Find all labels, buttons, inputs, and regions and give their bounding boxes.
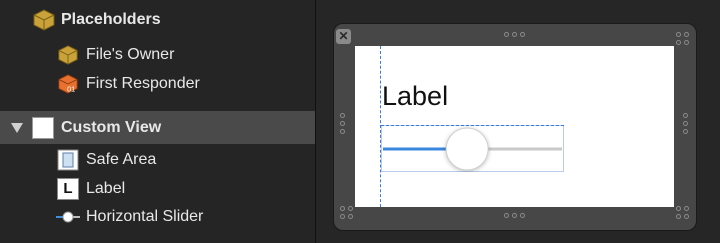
- outline-item-files-owner[interactable]: File's Owner: [0, 41, 315, 69]
- outline-item-placeholders[interactable]: Placeholders: [0, 6, 315, 34]
- disclosure-triangle-icon[interactable]: [10, 122, 24, 134]
- label-element[interactable]: Label: [382, 80, 448, 112]
- resize-handle-top[interactable]: [504, 32, 525, 37]
- outline-item-label: Safe Area: [86, 151, 157, 168]
- slider-thumb[interactable]: [445, 127, 489, 171]
- document-outline: Placeholders File's Owner 01 First Respo…: [0, 0, 315, 243]
- label-icon: L: [57, 178, 79, 200]
- outline-item-label: Horizontal Slider: [86, 208, 204, 225]
- safe-area-icon: [57, 149, 79, 171]
- first-responder-icon: 01: [58, 74, 78, 94]
- outline-item-first-responder[interactable]: 01 First Responder: [0, 70, 315, 98]
- resize-handle-bottom[interactable]: [504, 213, 525, 218]
- outline-item-horizontal-slider[interactable]: Horizontal Slider: [0, 203, 315, 231]
- resize-handle-bottom-left[interactable]: [340, 206, 353, 211]
- resize-handle-bottom-right[interactable]: [676, 206, 689, 211]
- outline-item-label: First Responder: [86, 75, 200, 92]
- resize-handle-bottom-right-2[interactable]: [676, 214, 689, 219]
- resize-handle-top-right[interactable]: [676, 32, 689, 37]
- close-icon[interactable]: ✕: [336, 29, 351, 44]
- outline-item-label: Placeholders: [61, 11, 161, 28]
- first-responder-badge: 01: [67, 84, 75, 93]
- outline-item-safe-area[interactable]: Safe Area: [0, 146, 315, 174]
- resize-handle-right[interactable]: [683, 113, 688, 134]
- outline-item-custom-view[interactable]: Custom View: [0, 111, 315, 144]
- horizontal-slider[interactable]: [381, 125, 564, 172]
- resize-handle-bottom-left-2[interactable]: [340, 214, 353, 219]
- outline-item-label: File's Owner: [86, 46, 175, 63]
- resize-handle-left[interactable]: [340, 113, 345, 134]
- resize-handle-top-right-2[interactable]: [676, 40, 689, 45]
- slider-icon: [56, 211, 80, 223]
- cube-icon: [33, 9, 55, 31]
- outline-item-label-view[interactable]: L Label: [0, 175, 315, 203]
- cube-icon: [58, 45, 78, 65]
- outline-item-label: Custom View: [61, 118, 162, 136]
- outline-item-label: Label: [86, 180, 126, 197]
- view-icon: [32, 116, 54, 139]
